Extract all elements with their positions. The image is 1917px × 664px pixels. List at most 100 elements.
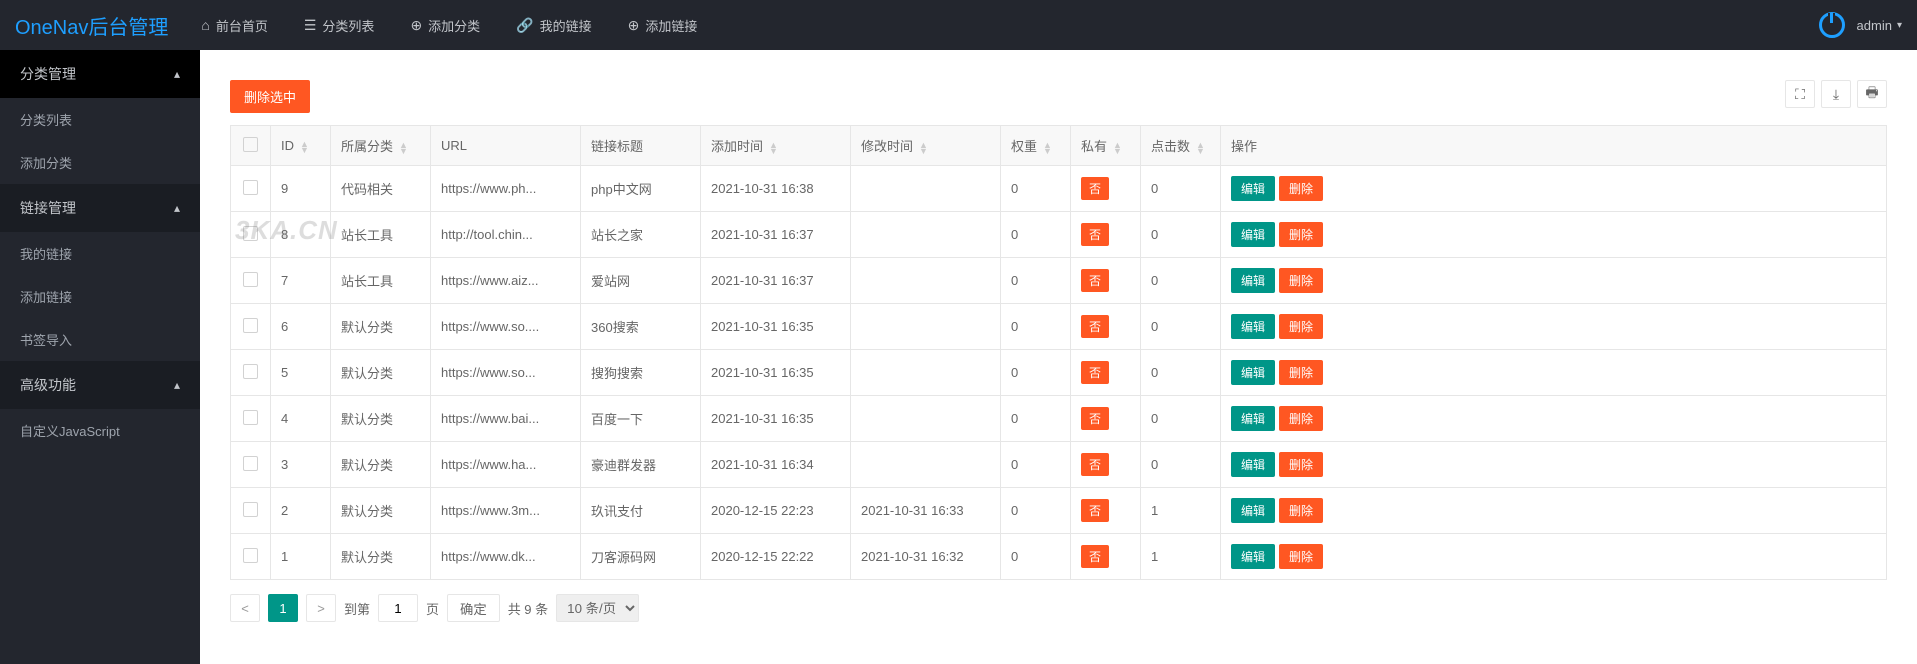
delete-button[interactable]: 删除 [1279, 314, 1323, 339]
select-all-checkbox[interactable] [243, 137, 258, 152]
cell-category: 默认分类 [331, 442, 431, 488]
next-page-button[interactable]: > [306, 594, 336, 622]
nav-add-link[interactable]: ⊕添加链接 [610, 0, 716, 50]
th-update-time[interactable]: 修改时间 [861, 139, 913, 154]
filter-columns-icon[interactable]: ⛶ [1785, 80, 1815, 108]
delete-button[interactable]: 删除 [1279, 498, 1323, 523]
sidebar-item-add-category[interactable]: 添加分类 [0, 141, 200, 184]
user-name-label: admin [1857, 18, 1892, 33]
cell-add-time: 2020-12-15 22:22 [701, 534, 851, 580]
nav-my-links[interactable]: 🔗我的链接 [498, 0, 609, 50]
private-badge: 否 [1081, 407, 1109, 430]
edit-button[interactable]: 编辑 [1231, 406, 1275, 431]
links-table: ID▲▼ 所属分类▲▼ URL 链接标题 添加时间▲▼ 修改时间▲▼ 权重▲▼ … [230, 125, 1887, 580]
table-row: 2默认分类https://www.3m...玖讯支付2020-12-15 22:… [231, 488, 1887, 534]
per-page-select[interactable]: 10 条/页 [556, 594, 639, 622]
sidebar-group-links[interactable]: 链接管理 ▴ [0, 184, 200, 232]
home-icon: ⌂ [201, 17, 209, 33]
cell-id: 8 [271, 212, 331, 258]
row-checkbox[interactable] [243, 226, 258, 241]
sidebar-item-import[interactable]: 书签导入 [0, 318, 200, 361]
sidebar-item-category-list[interactable]: 分类列表 [0, 98, 200, 141]
page-confirm-button[interactable]: 确定 [447, 594, 500, 622]
sidebar-group-advanced[interactable]: 高级功能 ▴ [0, 361, 200, 409]
sidebar-group-category[interactable]: 分类管理 ▴ [0, 50, 200, 98]
sort-icon[interactable]: ▲▼ [769, 142, 778, 154]
sidebar-item-my-links[interactable]: 我的链接 [0, 232, 200, 275]
delete-button[interactable]: 删除 [1279, 360, 1323, 385]
th-weight[interactable]: 权重 [1011, 139, 1037, 154]
cell-title: 爱站网 [581, 258, 701, 304]
table-row: 7站长工具https://www.aiz...爱站网2021-10-31 16:… [231, 258, 1887, 304]
delete-button[interactable]: 删除 [1279, 452, 1323, 477]
sort-icon[interactable]: ▲▼ [399, 142, 408, 154]
edit-button[interactable]: 编辑 [1231, 222, 1275, 247]
sort-icon[interactable]: ▲▼ [1113, 142, 1122, 154]
th-private[interactable]: 私有 [1081, 139, 1107, 154]
cell-weight: 0 [1001, 212, 1071, 258]
edit-button[interactable]: 编辑 [1231, 452, 1275, 477]
cell-add-time: 2021-10-31 16:38 [701, 166, 851, 212]
table-row: 4默认分类https://www.bai...百度一下2021-10-31 16… [231, 396, 1887, 442]
logo[interactable]: OneNav后台管理 [15, 11, 183, 40]
cell-category: 代码相关 [331, 166, 431, 212]
page-number-button[interactable]: 1 [268, 594, 298, 622]
edit-button[interactable]: 编辑 [1231, 544, 1275, 569]
page-input[interactable] [378, 594, 418, 622]
prev-page-button[interactable]: < [230, 594, 260, 622]
nav-home[interactable]: ⌂前台首页 [183, 0, 285, 50]
nav-category-list[interactable]: ☰分类列表 [286, 0, 393, 50]
row-checkbox[interactable] [243, 318, 258, 333]
th-title: 链接标题 [591, 139, 643, 154]
print-icon[interactable]: 🖶 [1857, 80, 1887, 108]
sort-icon[interactable]: ▲▼ [1043, 142, 1052, 154]
cell-update-time [851, 304, 1001, 350]
power-icon[interactable] [1819, 12, 1845, 38]
edit-button[interactable]: 编辑 [1231, 498, 1275, 523]
user-menu[interactable]: admin ▾ [1857, 18, 1902, 33]
edit-button[interactable]: 编辑 [1231, 176, 1275, 201]
cell-update-time [851, 442, 1001, 488]
total-count: 共 9 条 [508, 599, 548, 618]
cell-clicks: 0 [1141, 304, 1221, 350]
edit-button[interactable]: 编辑 [1231, 268, 1275, 293]
th-id[interactable]: ID [281, 138, 294, 153]
row-checkbox[interactable] [243, 502, 258, 517]
delete-button[interactable]: 删除 [1279, 222, 1323, 247]
sidebar-group-label: 链接管理 [20, 198, 76, 218]
row-checkbox[interactable] [243, 272, 258, 287]
edit-button[interactable]: 编辑 [1231, 314, 1275, 339]
sort-icon[interactable]: ▲▼ [1196, 142, 1205, 154]
sidebar-item-custom-js[interactable]: 自定义JavaScript [0, 409, 200, 452]
row-checkbox[interactable] [243, 180, 258, 195]
sidebar-group-label: 高级功能 [20, 375, 76, 395]
sidebar-item-add-link[interactable]: 添加链接 [0, 275, 200, 318]
th-clicks[interactable]: 点击数 [1151, 139, 1190, 154]
delete-selected-button[interactable]: 删除选中 [230, 80, 310, 113]
row-checkbox[interactable] [243, 364, 258, 379]
cell-clicks: 0 [1141, 442, 1221, 488]
cell-weight: 0 [1001, 534, 1071, 580]
cell-id: 1 [271, 534, 331, 580]
delete-button[interactable]: 删除 [1279, 544, 1323, 569]
delete-button[interactable]: 删除 [1279, 406, 1323, 431]
cell-url: https://www.aiz... [431, 258, 581, 304]
th-add-time[interactable]: 添加时间 [711, 139, 763, 154]
cell-url: https://www.so... [431, 350, 581, 396]
nav-add-category[interactable]: ⊕添加分类 [392, 0, 498, 50]
th-url: URL [441, 138, 467, 153]
row-checkbox[interactable] [243, 410, 258, 425]
cell-add-time: 2021-10-31 16:35 [701, 350, 851, 396]
row-checkbox[interactable] [243, 548, 258, 563]
sort-icon[interactable]: ▲▼ [300, 141, 309, 153]
th-category[interactable]: 所属分类 [341, 139, 393, 154]
export-icon[interactable]: ⤓ [1821, 80, 1851, 108]
sort-icon[interactable]: ▲▼ [919, 142, 928, 154]
cell-add-time: 2021-10-31 16:35 [701, 396, 851, 442]
row-checkbox[interactable] [243, 456, 258, 471]
edit-button[interactable]: 编辑 [1231, 360, 1275, 385]
cell-clicks: 0 [1141, 396, 1221, 442]
delete-button[interactable]: 删除 [1279, 176, 1323, 201]
cell-url: https://www.3m... [431, 488, 581, 534]
delete-button[interactable]: 删除 [1279, 268, 1323, 293]
